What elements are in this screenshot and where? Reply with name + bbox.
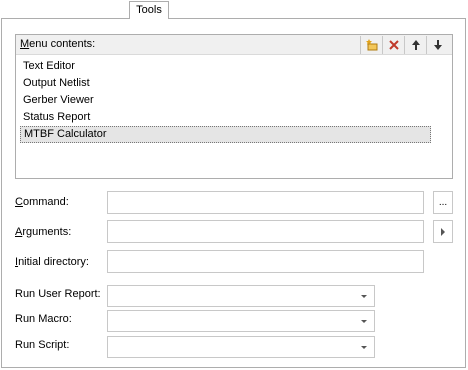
list-item[interactable]: Gerber Viewer (20, 92, 431, 109)
arrow-up-icon (411, 40, 420, 50)
initial-directory-input[interactable] (107, 250, 424, 273)
arguments-menu-button[interactable] (433, 220, 453, 243)
chevron-down-icon (361, 295, 367, 298)
list-item[interactable]: Text Editor (20, 58, 431, 75)
arrow-down-icon (433, 40, 442, 50)
delete-icon (388, 40, 399, 50)
command-label: Command: (15, 196, 69, 208)
tab-tools-label: Tools (136, 4, 162, 16)
tab-tools[interactable]: Tools (129, 1, 169, 19)
menu-contents-header: Menu contents: (16, 35, 452, 55)
triangle-right-icon (441, 227, 445, 236)
menu-contents-list[interactable]: Text Editor Output Netlist Gerber Viewer… (20, 58, 450, 143)
run-macro-select[interactable] (107, 310, 375, 332)
run-user-report-label: Run User Report: (15, 288, 101, 300)
menu-contents-label: Menu contents: (20, 38, 96, 50)
delete-menu-item-button[interactable] (382, 36, 404, 54)
command-browse-button[interactable]: ... (433, 191, 453, 214)
run-script-select[interactable] (107, 336, 375, 358)
list-item[interactable]: Status Report (20, 109, 431, 126)
menu-contents-box: Menu contents: Text Editor Output Netlis… (15, 34, 453, 179)
chevron-down-icon (361, 320, 367, 323)
chevron-down-icon (361, 346, 367, 349)
run-user-report-select[interactable] (107, 285, 375, 307)
initial-directory-label: Initial directory: (15, 256, 89, 268)
list-item[interactable]: Output Netlist (20, 75, 431, 92)
add-menu-item-button[interactable] (360, 36, 382, 54)
run-script-label: Run Script: (15, 339, 70, 351)
move-up-button[interactable] (404, 36, 426, 54)
new-item-icon (365, 39, 377, 51)
arguments-label: Arguments: (15, 226, 72, 238)
run-macro-label: Run Macro: (15, 313, 72, 325)
command-input[interactable] (107, 191, 424, 214)
arguments-input[interactable] (107, 220, 424, 243)
move-down-button[interactable] (426, 36, 448, 54)
list-item-selected[interactable]: MTBF Calculator (20, 126, 431, 143)
